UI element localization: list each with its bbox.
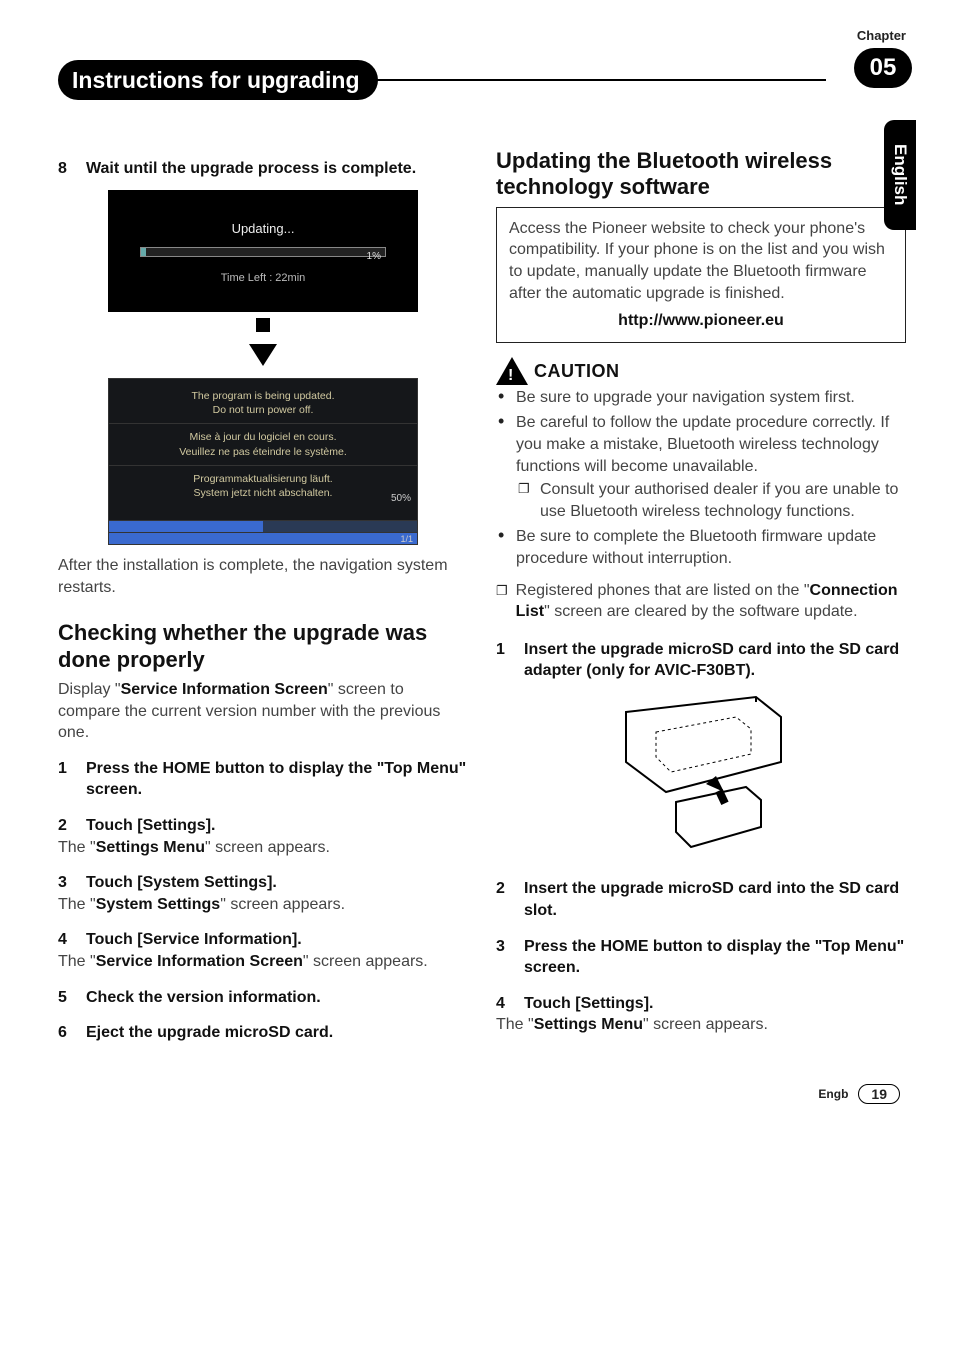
right-column: Updating the Bluetooth wireless technolo… bbox=[496, 148, 906, 1044]
scr2-line2b: Veuillez ne pas éteindre le système. bbox=[117, 445, 409, 459]
caution-row: CAUTION bbox=[496, 357, 906, 385]
caution-bullet-1: Be sure to upgrade your navigation syste… bbox=[496, 387, 906, 409]
note-bullet-icon: ❐ bbox=[496, 580, 508, 623]
info-box-text: Access the Pioneer website to check your… bbox=[509, 218, 893, 304]
page-title: Instructions for upgrading bbox=[58, 60, 378, 100]
caution-bullet-2-sub: Consult your authorised dealer if you ar… bbox=[516, 479, 906, 522]
checking-heading: Checking whether the upgrade was done pr… bbox=[58, 620, 468, 673]
bt-step-2: 2 Insert the upgrade microSD card into t… bbox=[496, 878, 906, 921]
chapter-number-pill: 05 bbox=[854, 48, 912, 88]
caution-bullet-2: Be careful to follow the update procedur… bbox=[496, 412, 906, 522]
bt-step-1: 1 Insert the upgrade microSD card into t… bbox=[496, 639, 906, 682]
check-step-1: 1 Press the HOME button to display the "… bbox=[58, 758, 468, 801]
connection-list-note: ❐ Registered phones that are listed on t… bbox=[496, 580, 906, 623]
title-rule bbox=[376, 79, 827, 81]
scr1-timeleft: Time Left : 22min bbox=[122, 271, 404, 286]
arrow-between-screenshots bbox=[108, 318, 418, 366]
checking-intro: Display "Service Information Screen" scr… bbox=[58, 679, 468, 744]
scr1-percent: 1% bbox=[367, 250, 381, 264]
check-step-2: 2 Touch [Settings]. bbox=[58, 815, 468, 837]
caution-bullet-3: Be sure to complete the Bluetooth firmwa… bbox=[496, 526, 906, 569]
step-8-num: 8 bbox=[58, 158, 72, 180]
scr1-title: Updating... bbox=[122, 220, 404, 238]
caution-bullets: Be sure to upgrade your navigation syste… bbox=[496, 387, 906, 570]
step-8-text: Wait until the upgrade process is comple… bbox=[86, 158, 416, 180]
check-step-6: 6 Eject the upgrade microSD card. bbox=[58, 1022, 468, 1044]
check-step-3: 3 Touch [System Settings]. bbox=[58, 872, 468, 894]
updating-screenshot-2: The program is being updated. Do not tur… bbox=[108, 378, 418, 545]
microsd-adapter-illustration bbox=[576, 692, 826, 869]
bt-step-4: 4 Touch [Settings]. bbox=[496, 993, 906, 1015]
scr2-progress1 bbox=[109, 520, 417, 532]
check-step-5: 5 Check the version information. bbox=[58, 987, 468, 1009]
bt-step-4-body: The "Settings Menu" screen appears. bbox=[496, 1014, 906, 1036]
updating-screenshot-1: Updating... 1% Time Left : 22min bbox=[108, 190, 418, 312]
scr2-progress2: 1/1 bbox=[109, 532, 417, 544]
chapter-label: Chapter bbox=[857, 28, 906, 43]
check-step-2-body: The "Settings Menu" screen appears. bbox=[58, 837, 468, 859]
caution-triangle-icon bbox=[496, 357, 528, 385]
scr1-progressbar: 1% bbox=[140, 247, 386, 257]
scr2-line1b: Do not turn power off. bbox=[117, 403, 409, 417]
bluetooth-heading: Updating the Bluetooth wireless technolo… bbox=[496, 148, 906, 201]
info-box: Access the Pioneer website to check your… bbox=[496, 207, 906, 343]
check-step-4-body: The "Service Information Screen" screen … bbox=[58, 951, 468, 973]
scr2-count: 1/1 bbox=[400, 533, 413, 545]
scr2-line1a: The program is being updated. bbox=[117, 389, 409, 403]
bt-step-3: 3 Press the HOME button to display the "… bbox=[496, 936, 906, 979]
caution-label: CAUTION bbox=[534, 359, 620, 383]
after-install-text: After the installation is complete, the … bbox=[58, 555, 468, 598]
check-step-4: 4 Touch [Service Information]. bbox=[58, 929, 468, 951]
scr2-line3b: System jetzt nicht abschalten. bbox=[117, 486, 409, 500]
language-tab: English bbox=[884, 120, 916, 230]
info-box-url: http://www.pioneer.eu bbox=[509, 310, 893, 332]
left-column: 8 Wait until the upgrade process is comp… bbox=[58, 148, 468, 1044]
footer-page-number: 19 bbox=[858, 1084, 900, 1104]
step-8: 8 Wait until the upgrade process is comp… bbox=[58, 158, 468, 180]
scr2-line2a: Mise à jour du logiciel en cours. bbox=[117, 430, 409, 444]
scr2-line3a: Programmaktualisierung läuft. bbox=[117, 472, 409, 486]
scr2-pct: 50% bbox=[391, 492, 411, 506]
page-footer: Engb 19 bbox=[58, 1084, 906, 1104]
check-step-3-body: The "System Settings" screen appears. bbox=[58, 894, 468, 916]
footer-region: Engb bbox=[818, 1087, 848, 1101]
page-title-wrap: Instructions for upgrading bbox=[58, 60, 906, 100]
